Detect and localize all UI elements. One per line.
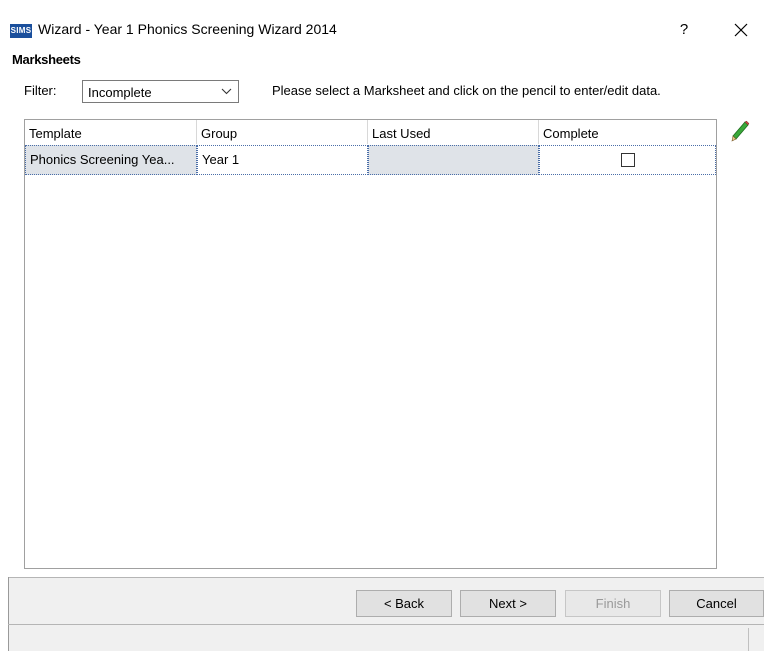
cell-last-used[interactable] [368,145,539,175]
finish-button[interactable]: Finish [565,590,661,617]
cell-group[interactable]: Year 1 [197,145,368,175]
footer-divider [8,577,764,578]
filter-selected-value: Incomplete [88,85,152,100]
window-title: Wizard - Year 1 Phonics Screening Wizard… [38,21,337,37]
help-button[interactable]: ? [672,20,696,40]
grid-header: Template Group Last Used Complete [25,120,716,144]
table-row[interactable]: Phonics Screening Yea... Year 1 [25,145,716,175]
title-bar: SIMS Wizard - Year 1 Phonics Screening W… [0,0,764,44]
filter-dropdown[interactable]: Incomplete [82,80,239,103]
cell-template[interactable]: Phonics Screening Yea... [25,145,197,175]
sims-app-icon: SIMS [10,24,32,38]
footer-left-edge [8,577,9,651]
cancel-button[interactable]: Cancel [669,590,764,617]
next-button[interactable]: Next > [460,590,556,617]
filter-label: Filter: [24,83,57,98]
instruction-text: Please select a Marksheet and click on t… [272,83,661,98]
status-bar-separator [748,628,750,651]
marksheet-grid[interactable]: Template Group Last Used Complete Phonic… [24,119,717,569]
section-header: Marksheets [12,52,81,67]
complete-checkbox[interactable] [620,153,635,167]
column-header-last-used[interactable]: Last Used [368,120,539,144]
column-header-template[interactable]: Template [25,120,197,144]
status-bar-divider [8,624,764,625]
column-header-complete[interactable]: Complete [539,120,716,144]
cell-complete[interactable] [539,145,716,175]
close-button[interactable] [728,18,754,42]
pencil-icon[interactable] [730,120,750,144]
back-button[interactable]: < Back [356,590,452,617]
close-icon [734,23,748,37]
column-header-group[interactable]: Group [197,120,368,144]
chevron-down-icon [221,88,232,95]
